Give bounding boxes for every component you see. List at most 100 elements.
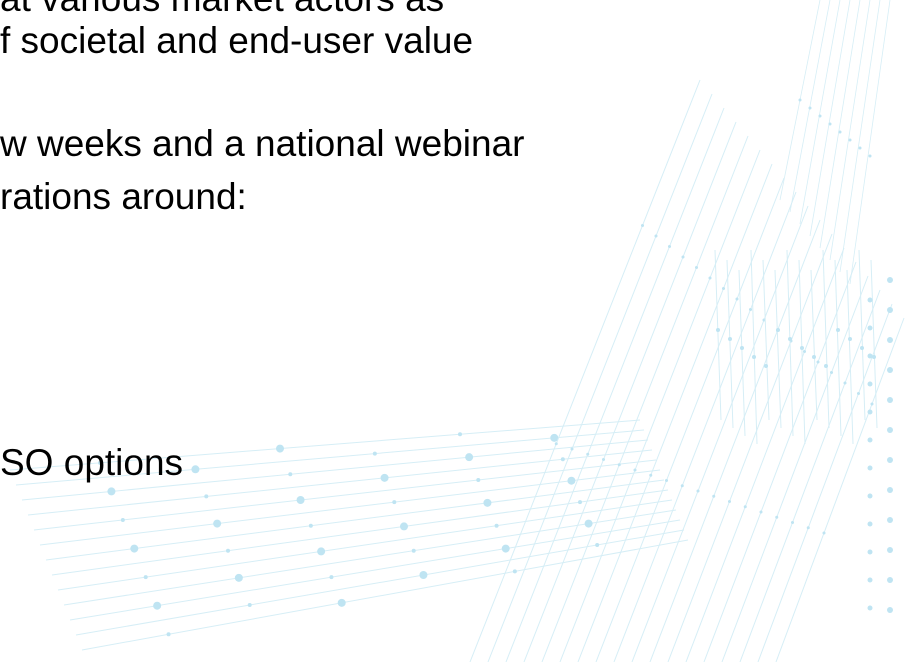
network-line (834, 259, 842, 437)
network-node (130, 544, 139, 553)
network-node (372, 451, 377, 456)
network-node (824, 364, 828, 368)
network-node (465, 453, 474, 462)
network-node (586, 452, 590, 456)
network-node (867, 297, 873, 303)
network-node (602, 458, 605, 461)
network-line (667, 233, 833, 662)
network-node (476, 478, 481, 482)
network-node (830, 371, 833, 374)
network-node (822, 531, 826, 535)
network-node (107, 487, 116, 496)
network-node (749, 308, 752, 311)
network-line (613, 191, 797, 662)
network-line (819, 0, 861, 249)
network-line (649, 219, 821, 662)
network-node (848, 138, 852, 142)
network-line (809, 0, 851, 237)
network-line (810, 269, 818, 421)
network-line (775, 317, 905, 662)
network-node (708, 276, 712, 280)
network-node (728, 337, 732, 341)
network-line (721, 275, 869, 662)
network-node (337, 598, 346, 607)
network-line (69, 519, 681, 621)
network-node (803, 350, 806, 353)
network-line (726, 259, 734, 429)
network-node (836, 328, 840, 332)
network-line (846, 269, 854, 445)
network-node (411, 548, 416, 553)
network-node (887, 457, 893, 463)
network-node (867, 409, 873, 415)
network-node (166, 632, 171, 637)
network-node (501, 544, 510, 553)
network-node (234, 573, 243, 582)
network-node (570, 447, 574, 451)
network-line (81, 539, 689, 651)
network-node (887, 397, 893, 403)
network-node (838, 130, 842, 134)
network-node (329, 575, 334, 580)
network-node (649, 473, 653, 477)
network-node (458, 432, 462, 437)
network-node (887, 427, 893, 433)
network-node (887, 607, 893, 613)
network-node (870, 402, 874, 406)
network-node (887, 547, 893, 553)
network-node (595, 543, 600, 547)
network-node (483, 498, 492, 507)
network-line (849, 0, 891, 285)
network-node (400, 522, 408, 531)
body-text-line: w weeks and a national webinar (0, 123, 525, 164)
network-node (843, 381, 847, 385)
network-node (808, 106, 812, 110)
network-node (867, 381, 873, 387)
network-node (872, 355, 876, 359)
network-line (487, 93, 713, 662)
network-node (887, 337, 893, 343)
background-network-decoration (9, 0, 905, 662)
network-node (828, 122, 832, 126)
network-node (735, 297, 739, 301)
network-line (822, 249, 830, 429)
network-line (739, 289, 881, 662)
network-line (789, 0, 831, 213)
network-line (799, 0, 841, 225)
network-node (226, 548, 230, 553)
network-node (641, 224, 644, 227)
network-node (867, 493, 873, 499)
network-node (680, 484, 684, 488)
network-node (887, 577, 893, 583)
network-node (712, 494, 716, 498)
network-line (45, 479, 665, 561)
network-node (716, 328, 720, 332)
network-node (120, 518, 125, 522)
body-text-line: SO options (0, 442, 184, 483)
network-node (276, 444, 284, 453)
network-node (143, 575, 148, 580)
network-line (75, 529, 685, 636)
network-line (858, 249, 866, 421)
network-line (762, 259, 770, 421)
network-node (887, 517, 893, 523)
network-node (858, 146, 862, 150)
network-node (867, 325, 873, 331)
network-line (750, 249, 758, 445)
network-node (317, 547, 326, 556)
network-node (887, 367, 893, 373)
network-node (668, 245, 671, 248)
network-node (740, 346, 744, 350)
network-node (818, 114, 822, 118)
network-node (665, 479, 668, 482)
network-line (63, 509, 677, 606)
network-node (380, 473, 389, 482)
network-line (738, 269, 746, 437)
network-node (296, 496, 305, 504)
network-node (759, 510, 763, 514)
network-node (788, 337, 792, 341)
network-node (494, 523, 499, 528)
network-node (308, 523, 313, 528)
network-line (774, 269, 782, 429)
network-node (887, 487, 893, 493)
